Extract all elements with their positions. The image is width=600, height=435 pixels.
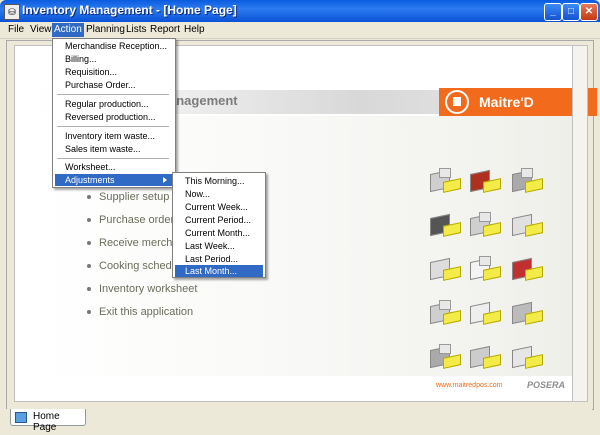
- vertical-scrollbar[interactable]: [572, 45, 588, 402]
- menu-billing[interactable]: Billing...: [55, 53, 173, 65]
- footer-url[interactable]: www.maitredpos.com: [436, 382, 503, 389]
- menu-inventory-item-waste[interactable]: Inventory item waste...: [55, 130, 173, 142]
- server-icon[interactable]: [427, 298, 461, 325]
- menu-this-morning[interactable]: This Morning...: [175, 175, 263, 187]
- menu-current-week[interactable]: Current Week...: [175, 201, 263, 213]
- minimize-button[interactable]: _: [544, 3, 562, 21]
- menu-planning[interactable]: Planning: [84, 23, 127, 37]
- network-icon[interactable]: [509, 298, 543, 325]
- tray-icon[interactable]: [427, 254, 461, 281]
- printer-icon[interactable]: [467, 210, 501, 237]
- menu-report[interactable]: Report: [148, 23, 182, 37]
- close-button[interactable]: ✕: [580, 3, 598, 21]
- scanner-icon[interactable]: [427, 210, 461, 237]
- menu-purchase-order[interactable]: Purchase Order...: [55, 79, 173, 91]
- tank-icon[interactable]: [509, 166, 543, 193]
- bullet-icon: [87, 310, 91, 315]
- menu-action[interactable]: Action: [52, 23, 84, 37]
- link-supplier-setup[interactable]: Supplier setup: [87, 191, 169, 203]
- action-menu: Merchandise Reception... Billing... Requ…: [52, 38, 176, 188]
- window-title: Inventory Management - [Home Page]: [22, 3, 237, 17]
- books-icon[interactable]: [509, 254, 543, 281]
- link-exit-application[interactable]: Exit this application: [87, 306, 193, 318]
- factory-icon[interactable]: [427, 342, 461, 369]
- menu-bar: File View Action Planning Lists Report H…: [0, 22, 600, 39]
- title-bar: ⛁ Inventory Management - [Home Page] _ □…: [0, 0, 600, 22]
- app-icon[interactable]: ⛁: [4, 4, 20, 20]
- link-inventory-worksheet[interactable]: Inventory worksheet: [87, 283, 197, 295]
- menu-last-period[interactable]: Last Period...: [175, 253, 263, 265]
- bullet-icon: [87, 195, 91, 200]
- bullet-icon: [87, 218, 91, 223]
- reception-icon[interactable]: [427, 166, 461, 193]
- brand-name: Maitre'D: [479, 94, 534, 110]
- disc-icon[interactable]: [467, 298, 501, 325]
- clock-icon[interactable]: [509, 342, 543, 369]
- menu-lists[interactable]: Lists: [124, 23, 149, 37]
- menu-adjustments[interactable]: Adjustments: [55, 174, 173, 186]
- menu-current-month[interactable]: Current Month...: [175, 227, 263, 239]
- footer-brand: POSERA: [527, 380, 566, 390]
- tab-bar: Home Page: [6, 409, 592, 433]
- warehouse-icon[interactable]: [467, 166, 501, 193]
- menu-requisition[interactable]: Requisition...: [55, 66, 173, 78]
- banner-title: anagement: [169, 93, 238, 108]
- adjustments-submenu: This Morning... Now... Current Week... C…: [172, 172, 266, 278]
- maitred-logo-icon: [445, 90, 469, 114]
- menu-separator: [57, 126, 169, 127]
- menu-last-week[interactable]: Last Week...: [175, 240, 263, 252]
- bullet-icon: [87, 241, 91, 246]
- monitor-icon[interactable]: [467, 342, 501, 369]
- menu-regular-production[interactable]: Regular production...: [55, 98, 173, 110]
- menu-current-period[interactable]: Current Period...: [175, 214, 263, 226]
- bullet-icon: [87, 287, 91, 292]
- menu-now[interactable]: Now...: [175, 188, 263, 200]
- menu-merchandise-reception[interactable]: Merchandise Reception...: [55, 40, 173, 52]
- menu-file[interactable]: File: [6, 23, 26, 37]
- menu-view[interactable]: View: [28, 23, 54, 37]
- paper-icon[interactable]: [467, 254, 501, 281]
- menu-separator: [57, 94, 169, 95]
- bullet-icon: [87, 264, 91, 269]
- tab-home-page[interactable]: Home Page: [10, 409, 86, 433]
- menu-help[interactable]: Help: [182, 23, 207, 37]
- menu-sales-item-waste[interactable]: Sales item waste...: [55, 143, 173, 155]
- tab-label: Home Page: [33, 411, 60, 433]
- menu-reversed-production[interactable]: Reversed production...: [55, 111, 173, 123]
- menu-last-month[interactable]: Last Month...: [175, 265, 263, 277]
- link-purchase-order[interactable]: Purchase order: [87, 214, 174, 226]
- maximize-button[interactable]: □: [562, 3, 580, 21]
- cabinet-icon[interactable]: [509, 210, 543, 237]
- menu-worksheet[interactable]: Worksheet...: [55, 161, 173, 173]
- menu-separator: [57, 158, 169, 159]
- home-page-icon: [15, 412, 27, 423]
- submenu-arrow-icon: [163, 177, 167, 183]
